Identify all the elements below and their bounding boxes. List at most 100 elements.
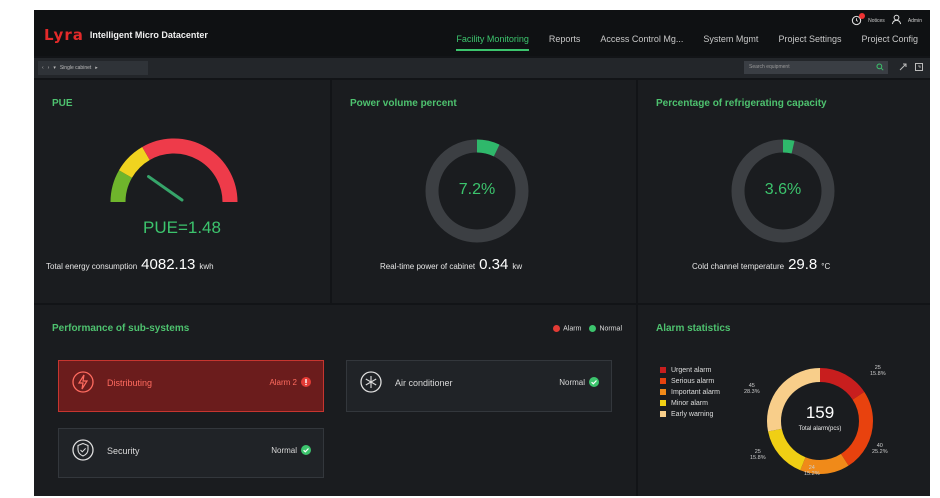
alarm-status-icon xyxy=(301,377,311,387)
nav-access-control[interactable]: Access Control Mg... xyxy=(600,34,683,51)
search-icon[interactable] xyxy=(876,63,884,71)
legend-item-label: Urgent alarm xyxy=(671,367,712,374)
dropdown-icon[interactable]: ▾ xyxy=(53,65,56,71)
subsystem-card-security[interactable]: Security Normal xyxy=(58,428,324,478)
subsystem-card-distributing[interactable]: Distributing Alarm 2 xyxy=(58,360,324,412)
gauge-red-segment xyxy=(142,138,238,203)
alarm-dot-icon xyxy=(553,325,561,332)
alarm-stats-title: Alarm statistics xyxy=(656,323,731,334)
legend-item: Serious alarm xyxy=(660,376,720,387)
user-area: Notices Admin xyxy=(851,13,922,27)
legend-normal-label: Normal xyxy=(599,325,622,333)
urgent-swatch-icon xyxy=(660,367,666,374)
callout-early: 45 28.3% xyxy=(744,383,760,395)
alarm-stats-panel: Alarm statistics Urgent alarm Serious al… xyxy=(638,305,930,496)
main-nav: Facility Monitoring Reports Access Contr… xyxy=(456,34,918,51)
energy-label: Total energy consumption xyxy=(46,262,138,271)
alarm-legend: Urgent alarm Serious alarm Important ala… xyxy=(660,365,720,420)
callout-pct: 15.8% xyxy=(750,455,766,461)
notification-badge xyxy=(859,13,866,19)
callout-important: 24 15.2% xyxy=(804,465,820,477)
nav-project-config[interactable]: Project Config xyxy=(861,34,918,51)
check-icon xyxy=(301,445,311,455)
subsystem-card-air-conditioner[interactable]: Air conditioner Normal xyxy=(346,360,612,412)
subsystem-status-text: Normal xyxy=(271,445,297,455)
important-swatch-icon xyxy=(660,389,666,396)
logo: Lyra Intelligent Micro Datacenter xyxy=(44,26,208,44)
user-icon[interactable] xyxy=(891,14,902,27)
snowflake-icon xyxy=(360,371,382,393)
power-panel-title: Power volume percent xyxy=(350,98,457,109)
realtime-unit: kw xyxy=(512,262,523,271)
serious-swatch-icon xyxy=(660,378,666,385)
subsystems-legend: Alarm Normal xyxy=(553,325,622,332)
expand-icon[interactable] xyxy=(898,62,908,72)
gauge-green-segment xyxy=(110,170,133,203)
cold-channel-temp: Cold channel temperature 29.8 °C xyxy=(692,256,830,273)
subsystems-panel: Performance of sub-systems Alarm Normal … xyxy=(34,305,636,496)
check-icon xyxy=(589,377,599,387)
cooling-panel-title: Percentage of refrigerating capacity xyxy=(656,98,827,109)
subsystem-status: Normal xyxy=(271,445,311,455)
search-input[interactable]: Search equipment xyxy=(744,61,888,74)
callout-pct: 15.8% xyxy=(870,371,886,377)
user-label[interactable]: Admin xyxy=(908,18,922,24)
energy-unit: kwh xyxy=(199,262,214,271)
subsystem-status: Normal xyxy=(559,377,599,387)
subsystem-name: Air conditioner xyxy=(395,378,453,388)
subsystem-status-text: Normal xyxy=(559,377,585,387)
app-title: Intelligent Micro Datacenter xyxy=(89,30,208,40)
callout-serious: 40 25.2% xyxy=(872,443,888,455)
nav-system-mgmt[interactable]: System Mgmt xyxy=(703,34,758,51)
shield-icon xyxy=(72,439,94,461)
forward-arrow-icon[interactable]: › xyxy=(48,65,50,71)
bolt-icon xyxy=(72,371,94,393)
notify-label[interactable]: Notices xyxy=(868,18,885,24)
normal-dot-icon xyxy=(589,325,597,332)
legend-alarm: Alarm xyxy=(553,325,581,332)
cold-value: 29.8 xyxy=(788,256,818,273)
cooling-panel: Percentage of refrigerating capacity 3.6… xyxy=(638,80,930,303)
energy-value: 4082.13 xyxy=(141,256,196,273)
search-placeholder: Search equipment xyxy=(749,64,790,70)
legend-normal: Normal xyxy=(589,325,622,332)
subsystem-name: Distributing xyxy=(107,378,153,388)
toolbar: ‹ › ▾ Single cabinet ▸ Search equipment xyxy=(34,58,930,78)
breadcrumb-chevron-icon: ▸ xyxy=(95,65,98,71)
realtime-value: 0.34 xyxy=(479,256,509,273)
callout-minor: 25 15.8% xyxy=(750,449,766,461)
callout-pct: 25.2% xyxy=(872,449,888,455)
power-percent: 7.2% xyxy=(458,181,496,198)
realtime-power: Real-time power of cabinet 0.34 kw xyxy=(380,256,522,273)
gauge-needle xyxy=(147,175,184,202)
nav-project-settings[interactable]: Project Settings xyxy=(778,34,841,51)
callout-pct: 15.2% xyxy=(804,471,820,477)
app-window: Lyra Intelligent Micro Datacenter Notice… xyxy=(34,10,930,496)
gauge-yellow-segment xyxy=(119,147,151,179)
pue-panel-title: PUE xyxy=(52,98,73,109)
fullscreen-icon[interactable] xyxy=(914,62,924,72)
legend-item: Urgent alarm xyxy=(660,365,720,376)
legend-item: Early warning xyxy=(660,409,720,420)
cold-unit: °C xyxy=(821,262,831,271)
pue-gauge xyxy=(110,138,238,203)
minor-swatch-icon xyxy=(660,400,666,407)
breadcrumb: ‹ › ▾ Single cabinet ▸ xyxy=(38,61,148,75)
breadcrumb-item[interactable]: Single cabinet xyxy=(60,65,91,71)
top-header: Lyra Intelligent Micro Datacenter Notice… xyxy=(34,10,930,56)
back-arrow-icon[interactable]: ‹ xyxy=(42,65,44,71)
nav-facility-monitoring[interactable]: Facility Monitoring xyxy=(456,34,529,51)
pue-value-text: PUE=1.48 xyxy=(143,218,221,237)
subsystem-status: Alarm 2 xyxy=(269,377,311,387)
notification-icon[interactable] xyxy=(851,13,866,26)
legend-item-label: Minor alarm xyxy=(671,400,708,407)
alarm-total-label: Total alarm(pcs) xyxy=(798,426,842,432)
nav-reports[interactable]: Reports xyxy=(549,34,581,51)
legend-item: Important alarm xyxy=(660,387,720,398)
legend-alarm-label: Alarm xyxy=(563,325,582,333)
early-swatch-icon xyxy=(660,411,666,418)
cold-label: Cold channel temperature xyxy=(692,262,785,271)
energy-consumption: Total energy consumption 4082.13 kwh xyxy=(46,256,214,273)
callout-pct: 28.3% xyxy=(744,389,760,395)
legend-item: Minor alarm xyxy=(660,398,720,409)
